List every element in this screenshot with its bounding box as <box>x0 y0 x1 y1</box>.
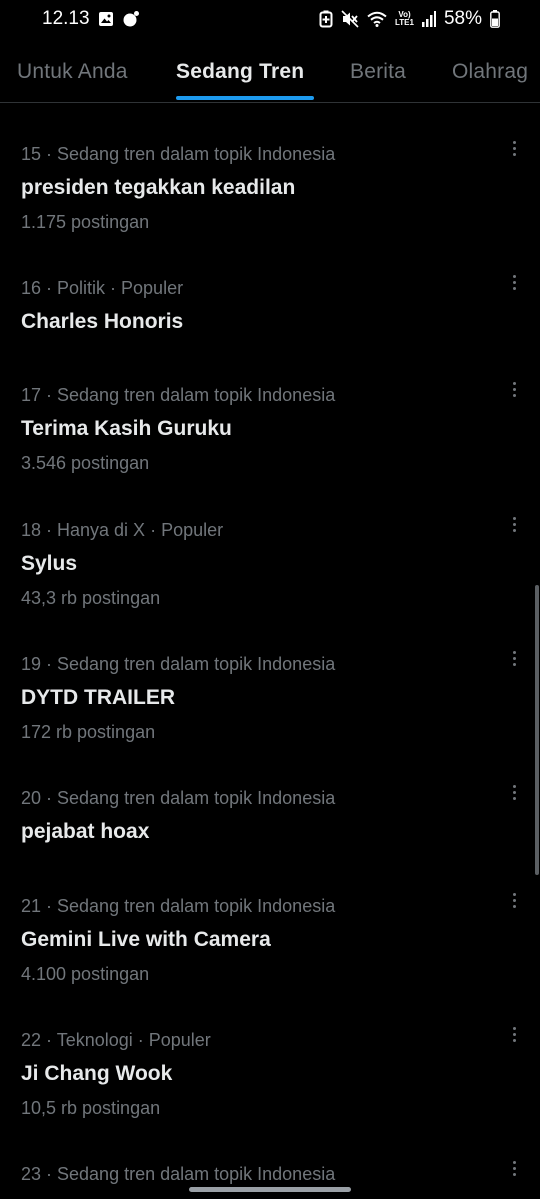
more-options-icon[interactable] <box>505 512 523 536</box>
signal-icon <box>421 11 436 27</box>
trend-meta: 17 · Sedang tren dalam topik Indonesia <box>21 385 336 405</box>
trend-meta: 19 · Sedang tren dalam topik Indonesia <box>21 654 336 674</box>
trend-meta: 16 · Politik · Populer <box>21 278 184 298</box>
trend-post-count: 3.546 postingan <box>21 453 150 473</box>
status-left: 12.13 <box>42 8 140 30</box>
trend-title: Gemini Live with Camera <box>21 928 271 951</box>
volte-indicator: Vo) LTE1 <box>395 10 414 27</box>
more-options-icon[interactable] <box>505 270 523 294</box>
home-indicator[interactable] <box>189 1187 351 1192</box>
trend-post-count: 1.175 postingan <box>21 212 150 232</box>
trend-title: Terima Kasih Guruku <box>21 417 232 440</box>
trend-title: Sylus <box>21 552 78 575</box>
trend-post-count: 4.100 postingan <box>21 964 150 984</box>
tab-bar: Untuk Anda Sedang Tren Berita Olahrag <box>0 48 540 103</box>
battery-percent: 58% <box>443 8 482 29</box>
trend-meta: 18 · Hanya di X · Populer <box>21 520 224 540</box>
trend-post-count: 172 rb postingan <box>21 722 156 742</box>
trend-meta: 21 · Sedang tren dalam topik Indonesia <box>21 896 336 916</box>
trend-meta: 20 · Sedang tren dalam topik Indonesia <box>21 788 336 808</box>
trend-meta: 22 · Teknologi · Populer <box>21 1030 211 1050</box>
trend-title: pejabat hoax <box>21 820 150 843</box>
mute-icon <box>341 10 359 28</box>
trend-post-count: 43,3 rb postingan <box>21 588 161 608</box>
trend-title: presiden tegakkan keadilan <box>21 176 296 199</box>
status-bar: 12.13 Vo) LTE1 58% <box>0 0 540 38</box>
active-tab-indicator <box>176 96 314 100</box>
trend-title: Charles Honoris <box>21 310 184 333</box>
status-right: Vo) LTE1 58% <box>319 8 500 30</box>
status-time: 12.13 <box>42 8 90 29</box>
more-options-icon[interactable] <box>505 888 523 912</box>
battery-saver-icon <box>319 10 333 28</box>
more-options-icon[interactable] <box>505 646 523 670</box>
more-options-icon[interactable] <box>505 377 523 401</box>
more-options-icon[interactable] <box>505 780 523 804</box>
tab-olahraga[interactable]: Olahrag <box>452 60 528 84</box>
scrollbar[interactable] <box>535 585 539 875</box>
trend-title: DYTD TRAILER <box>21 686 175 709</box>
notification-dot-icon <box>122 10 140 28</box>
trend-post-count: 10,5 rb postingan <box>21 1098 161 1118</box>
trend-meta: 15 · Sedang tren dalam topik Indonesia <box>21 144 336 164</box>
trend-meta: 23 · Sedang tren dalam topik Indonesia <box>21 1164 336 1184</box>
more-options-icon[interactable] <box>505 1156 523 1180</box>
tab-sedang-tren[interactable]: Sedang Tren <box>176 60 304 84</box>
battery-icon <box>490 10 500 28</box>
trend-title: Ji Chang Wook <box>21 1062 173 1085</box>
wifi-icon <box>367 11 387 27</box>
more-options-icon[interactable] <box>505 136 523 160</box>
gallery-icon <box>98 11 114 27</box>
tab-berita[interactable]: Berita <box>350 60 406 84</box>
tab-untuk-anda[interactable]: Untuk Anda <box>17 60 128 84</box>
more-options-icon[interactable] <box>505 1022 523 1046</box>
